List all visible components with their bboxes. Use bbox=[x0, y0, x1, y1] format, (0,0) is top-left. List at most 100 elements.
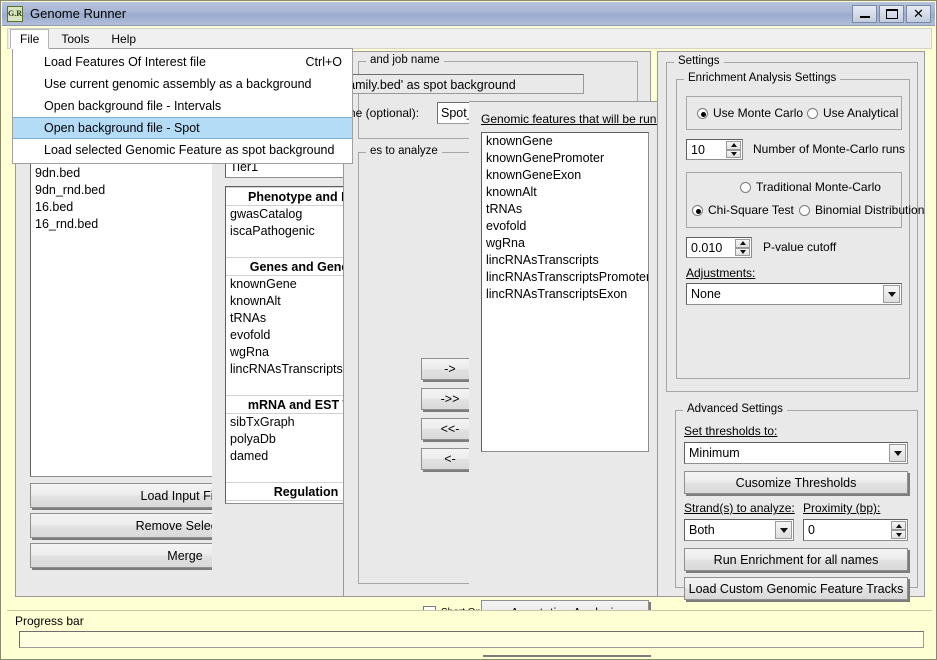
menu-bar: File Tools Help bbox=[7, 28, 932, 49]
stepper-buttons[interactable] bbox=[726, 141, 741, 158]
stepper-buttons[interactable] bbox=[735, 239, 750, 256]
enrichment-settings-group: Enrichment Analysis Settings Use Monte C… bbox=[676, 72, 924, 379]
settings-panel: Settings Enrichment Analysis Settings Us… bbox=[657, 51, 925, 600]
advanced-settings-group: Advanced Settings Set thresholds to: Min… bbox=[675, 403, 918, 600]
background-job-title: and job name bbox=[366, 54, 444, 66]
monte-carlo-runs-label: Number of Monte-Carlo runs bbox=[753, 142, 906, 156]
test-radio-group: Traditional Monte-Carlo Chi-Square Test … bbox=[686, 172, 924, 228]
will-run-panel: Genomic features that will be run: known… bbox=[469, 101, 660, 655]
features-to-analyze-title: es to analyze bbox=[366, 145, 442, 157]
radio-icon bbox=[799, 204, 810, 216]
run-enrichment-all-button[interactable]: Run Enrichment for all names bbox=[684, 548, 908, 571]
settings-group: Settings Enrichment Analysis Settings Us… bbox=[666, 55, 924, 392]
menu-item-label: Use current genomic assembly as a backgr… bbox=[44, 77, 312, 91]
maximize-button[interactable] bbox=[879, 4, 904, 23]
proximity-label: Proximity (bp): bbox=[803, 501, 881, 515]
radio-label: Traditional Monte-Carlo bbox=[756, 180, 881, 194]
stepper-up-icon[interactable] bbox=[735, 239, 750, 248]
application-window: G.R Genome Runner ✕ File Tools Help Load… bbox=[0, 0, 937, 660]
thresholds-label: Set thresholds to: bbox=[684, 424, 778, 438]
menu-file[interactable]: File bbox=[10, 28, 50, 49]
strand-select[interactable]: Both bbox=[684, 519, 794, 541]
thresholds-select[interactable]: Minimum bbox=[684, 442, 908, 464]
title-bar: G.R Genome Runner ✕ bbox=[2, 2, 935, 26]
radio-binomial-distribution[interactable]: Binomial Distribution bbox=[799, 203, 924, 217]
pvalue-cutoff-value: 0.010 bbox=[691, 240, 723, 255]
strand-label: Strand(s) to analyze: bbox=[684, 501, 795, 515]
proximity-stepper[interactable]: 0 bbox=[803, 519, 908, 541]
list-item[interactable]: knownAlt bbox=[482, 184, 648, 201]
adjustments-select-value: None bbox=[691, 287, 721, 301]
menu-item-label: Load selected Genomic Feature as spot ba… bbox=[44, 143, 335, 157]
stepper-down-icon[interactable] bbox=[726, 149, 741, 158]
radio-label: Binomial Distribution bbox=[815, 203, 925, 217]
menu-item-accelerator: Ctrl+O bbox=[305, 55, 342, 69]
adjustments-label: Adjustments: bbox=[686, 266, 756, 280]
stepper-up-icon[interactable] bbox=[891, 521, 906, 530]
menu-item-open-background-intervals[interactable]: Open background file - Intervals bbox=[13, 95, 352, 117]
menu-item-load-foi[interactable]: Load Features Of Interest file Ctrl+O bbox=[13, 51, 352, 73]
advanced-settings-title: Advanced Settings bbox=[683, 403, 787, 415]
menu-item-load-selected-feature[interactable]: Load selected Genomic Feature as spot ba… bbox=[13, 139, 352, 161]
radio-label: Use Analytical bbox=[823, 106, 899, 120]
progress-bar bbox=[19, 631, 924, 648]
pvalue-cutoff-label: P-value cutoff bbox=[763, 240, 837, 254]
menu-item-label: Open background file - Intervals bbox=[44, 99, 222, 113]
radio-use-analytical[interactable]: Use Analytical bbox=[807, 106, 898, 120]
pvalue-cutoff-stepper[interactable]: 0.010 bbox=[686, 237, 752, 258]
list-item[interactable]: knownGeneExon bbox=[482, 167, 648, 184]
radio-icon bbox=[692, 204, 703, 216]
will-run-label: Genomic features that will be run: bbox=[481, 112, 660, 126]
load-custom-tracks-button[interactable]: Load Custom Genomic Feature Tracks bbox=[684, 577, 908, 600]
monte-carlo-runs-stepper[interactable]: 10 bbox=[686, 139, 743, 160]
radio-use-monte-carlo[interactable]: Use Monte Carlo bbox=[697, 106, 803, 120]
menu-help[interactable]: Help bbox=[101, 30, 146, 48]
radio-icon bbox=[697, 107, 708, 119]
close-button[interactable]: ✕ bbox=[906, 4, 931, 23]
list-item[interactable]: lincRNAsTranscriptsExon bbox=[482, 286, 648, 303]
close-icon: ✕ bbox=[913, 5, 924, 21]
menu-item-label: Open background file - Spot bbox=[44, 121, 200, 135]
chevron-down-icon[interactable] bbox=[889, 444, 906, 462]
list-item[interactable]: knownGene bbox=[482, 133, 648, 150]
enrichment-settings-title: Enrichment Analysis Settings bbox=[684, 72, 841, 84]
progress-area: Progress bar bbox=[7, 610, 932, 655]
list-item[interactable]: lincRNAsTranscripts bbox=[482, 252, 648, 269]
progress-label: Progress bar bbox=[15, 614, 84, 628]
settings-title: Settings bbox=[674, 55, 724, 67]
menu-tools[interactable]: Tools bbox=[51, 30, 99, 48]
chevron-down-icon[interactable] bbox=[775, 521, 792, 539]
app-icon: G.R bbox=[7, 5, 23, 22]
adjustments-select[interactable]: None bbox=[686, 283, 902, 305]
minimize-button[interactable] bbox=[852, 4, 877, 23]
radio-chi-square-test[interactable]: Chi-Square Test bbox=[692, 203, 794, 217]
stepper-down-icon[interactable] bbox=[891, 530, 906, 539]
minimize-icon bbox=[860, 15, 870, 18]
list-item[interactable]: knownGenePromoter bbox=[482, 150, 648, 167]
will-run-list[interactable]: knownGene knownGenePromoter knownGeneExo… bbox=[481, 132, 649, 452]
customize-thresholds-button[interactable]: Cusomize Thresholds bbox=[684, 471, 908, 494]
menu-item-use-current-assembly[interactable]: Use current genomic assembly as a backgr… bbox=[13, 73, 352, 95]
file-dropdown-menu[interactable]: Load Features Of Interest file Ctrl+O Us… bbox=[12, 48, 353, 164]
stepper-down-icon[interactable] bbox=[735, 247, 750, 256]
stepper-up-icon[interactable] bbox=[726, 141, 741, 150]
chevron-down-icon[interactable] bbox=[883, 285, 900, 303]
list-item[interactable]: evofold bbox=[482, 218, 648, 235]
proximity-value: 0 bbox=[808, 523, 815, 537]
method-radio-group: Use Monte Carlo Use Analytical bbox=[686, 96, 902, 130]
strand-select-value: Both bbox=[689, 523, 715, 537]
radio-traditional-monte-carlo[interactable]: Traditional Monte-Carlo bbox=[740, 180, 881, 194]
radio-icon bbox=[740, 181, 751, 193]
stepper-buttons[interactable] bbox=[891, 521, 906, 539]
radio-label: Use Monte Carlo bbox=[713, 106, 804, 120]
window-title: Genome Runner bbox=[30, 6, 127, 21]
menu-item-open-background-spot[interactable]: Open background file - Spot bbox=[13, 117, 352, 139]
radio-icon bbox=[807, 107, 818, 119]
list-item[interactable]: wgRna bbox=[482, 235, 648, 252]
radio-label: Chi-Square Test bbox=[708, 203, 794, 217]
maximize-icon bbox=[886, 8, 898, 19]
menu-item-label: Load Features Of Interest file bbox=[44, 55, 206, 69]
list-item[interactable]: lincRNAsTranscriptsPromoter bbox=[482, 269, 648, 286]
window-controls: ✕ bbox=[850, 4, 931, 23]
list-item[interactable]: tRNAs bbox=[482, 201, 648, 218]
